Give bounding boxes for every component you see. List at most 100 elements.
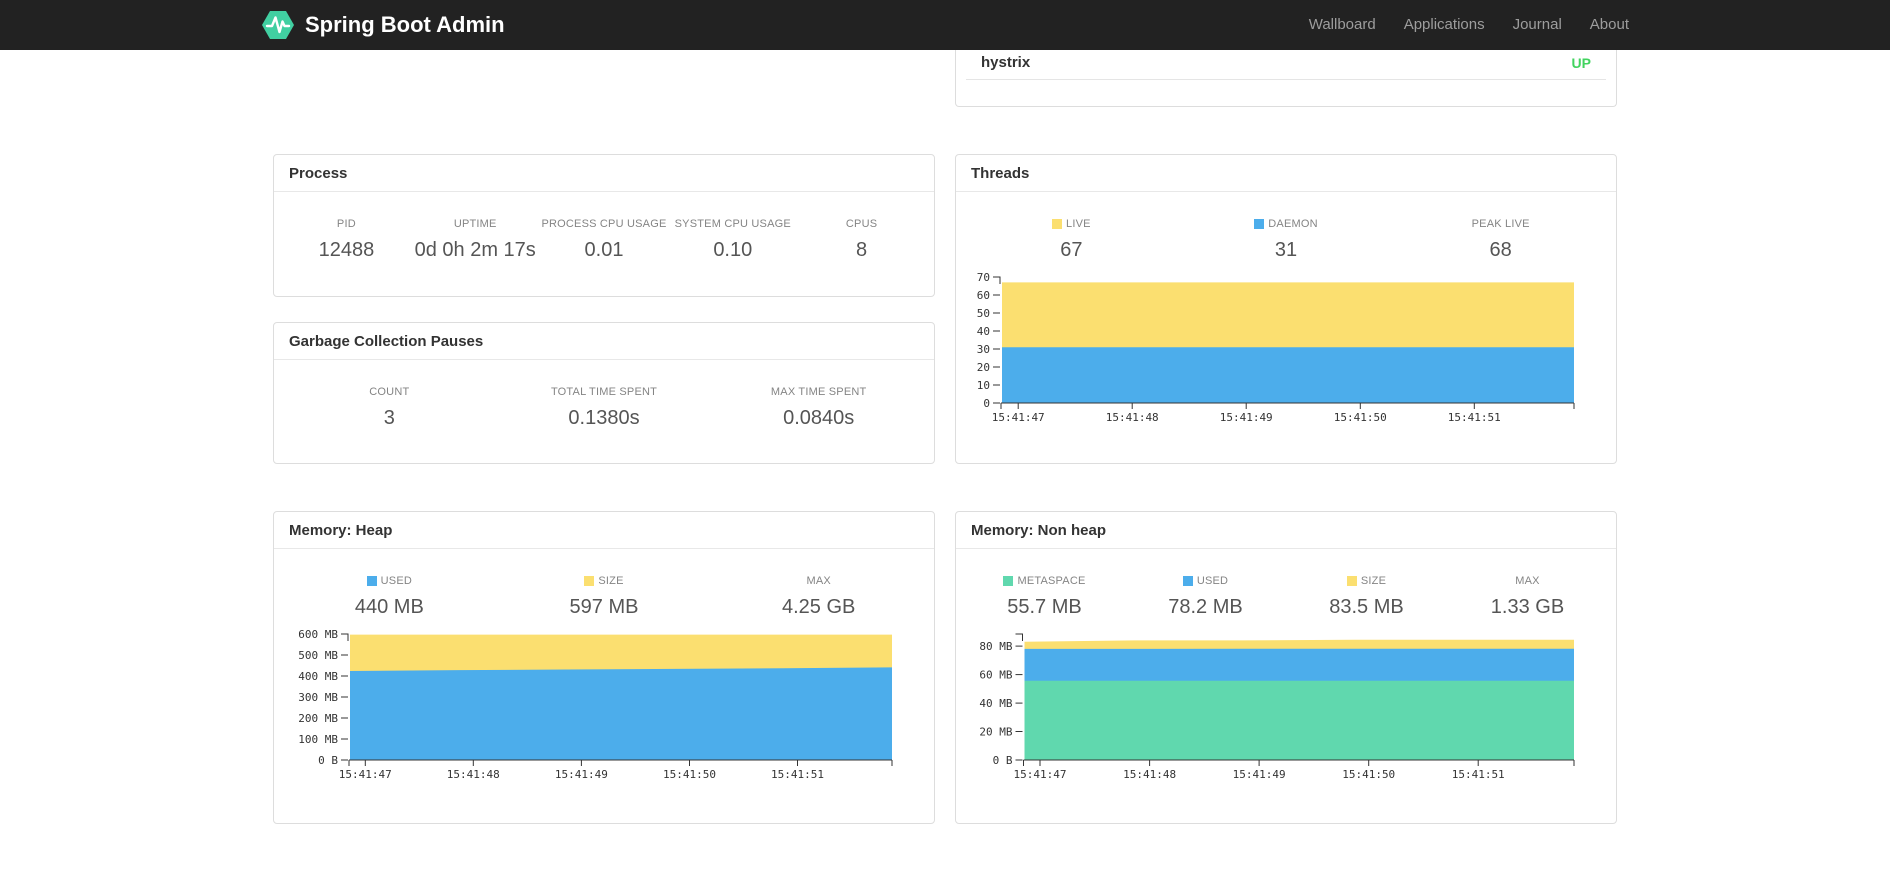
heap-chart: 0 B 100 MB 200 MB 300 MB 400 MB 500 MB 600 MB 1…: [274, 629, 934, 786]
stat-value: 8: [856, 239, 868, 261]
stat-label: USED: [1196, 575, 1229, 587]
stat: PID 12488: [282, 218, 411, 262]
stat-label: USED: [380, 575, 413, 587]
content: hystrix UP Process PID 12488 UPTIME 0d 0…: [273, 50, 1617, 824]
svg-text:15:41:48: 15:41:48: [447, 768, 500, 781]
stat-value: 12488: [318, 239, 375, 261]
brand-title: Spring Boot Admin: [305, 12, 505, 37]
row-memory: Memory: Heap USED 440 MB SIZE 597 MB MAX…: [273, 511, 1617, 824]
stat-value: 78.2 MB: [1168, 596, 1243, 618]
stat-label: PROCESS CPU USAGE: [541, 218, 667, 230]
spring-boot-admin-logo-icon: [262, 11, 294, 39]
heap-stats: USED 440 MB SIZE 597 MB MAX 4.25 GB: [274, 549, 934, 619]
svg-text:20: 20: [977, 361, 990, 374]
process-stats: PID 12488 UPTIME 0d 0h 2m 17s PROCESS CP…: [274, 192, 934, 262]
process-panel-title: Process: [274, 155, 934, 192]
stat-label: SIZE: [1360, 575, 1387, 587]
stat-value: 440 MB: [354, 596, 424, 618]
nonheap-panel-title: Memory: Non heap: [956, 512, 1616, 549]
legend-swatch: [366, 576, 377, 586]
stat-value: 4.25 GB: [781, 596, 856, 618]
stat: TOTAL TIME SPENT 0.1380s: [497, 386, 712, 430]
row-process-threads: Process PID 12488 UPTIME 0d 0h 2m 17s PR…: [273, 154, 1617, 464]
stat: METASPACE 55.7 MB: [964, 575, 1125, 619]
application-row-hystrix[interactable]: hystrix UP: [966, 50, 1606, 80]
legend-swatch: [1182, 576, 1193, 586]
stat: MAX 1.33 GB: [1447, 575, 1608, 619]
application-panel: hystrix UP: [955, 50, 1617, 107]
svg-text:500 MB: 500 MB: [298, 649, 338, 662]
threads-stats: LIVE 67 DAEMON 31 PEAK LIVE 68: [956, 192, 1616, 262]
svg-text:20 MB: 20 MB: [979, 726, 1012, 739]
stat: USED 440 MB: [282, 575, 497, 619]
stat-value: 0.01: [584, 239, 624, 261]
svg-text:400 MB: 400 MB: [298, 670, 338, 683]
nav-link[interactable]: Wallboard: [1295, 0, 1390, 50]
nav-item: About: [1576, 0, 1629, 50]
nonheap-panel: Memory: Non heap METASPACE 55.7 MB USED …: [955, 511, 1617, 824]
nav-item: Wallboard: [1295, 0, 1390, 50]
process-panel: Process PID 12488 UPTIME 0d 0h 2m 17s PR…: [273, 154, 935, 297]
legend-swatch: [584, 576, 595, 586]
stat-value: 55.7 MB: [1007, 596, 1082, 618]
svg-text:15:41:51: 15:41:51: [1448, 411, 1501, 424]
stat-value: 0d 0h 2m 17s: [414, 239, 536, 261]
svg-text:10: 10: [977, 379, 990, 392]
svg-text:80 MB: 80 MB: [979, 640, 1012, 653]
application-name: hystrix: [981, 54, 1031, 71]
brand-link[interactable]: Spring Boot Admin: [261, 8, 505, 42]
stat-label: MAX: [806, 575, 831, 587]
svg-text:15:41:49: 15:41:49: [1220, 411, 1273, 424]
legend-swatch: [1254, 219, 1265, 229]
nonheap-chart: 0 B 20 MB 40 MB 60 MB 80 MB 15:41:47 15:41:48 1…: [956, 629, 1616, 786]
svg-text:15:41:47: 15:41:47: [1014, 768, 1067, 781]
gc-panel: Garbage Collection Pauses COUNT 3 TOTAL …: [273, 322, 935, 464]
svg-text:40: 40: [977, 325, 990, 338]
stat-label: TOTAL TIME SPENT: [550, 386, 658, 398]
heap-panel-title: Memory: Heap: [274, 512, 934, 549]
stat-label: PEAK LIVE: [1471, 218, 1530, 230]
svg-text:15:41:47: 15:41:47: [339, 768, 392, 781]
nav-link[interactable]: Journal: [1499, 0, 1576, 50]
nav-link[interactable]: Applications: [1390, 0, 1499, 50]
svg-text:70: 70: [977, 272, 990, 284]
svg-text:15:41:51: 15:41:51: [771, 768, 824, 781]
nav-link[interactable]: About: [1576, 0, 1629, 50]
stat-value: 3: [383, 407, 395, 429]
stat-label: MAX: [1515, 575, 1540, 587]
stat: MAX 4.25 GB: [711, 575, 926, 619]
legend-swatch: [1052, 219, 1062, 229]
svg-text:15:41:48: 15:41:48: [1123, 768, 1176, 781]
svg-text:600 MB: 600 MB: [298, 629, 338, 641]
legend-swatch: [1346, 576, 1357, 586]
stat: UPTIME 0d 0h 2m 17s: [411, 218, 540, 262]
stat-value: 67: [1060, 239, 1083, 261]
stat-label: METASPACE: [1017, 575, 1086, 587]
svg-text:15:41:50: 15:41:50: [1334, 411, 1387, 424]
stat: PROCESS CPU USAGE 0.01: [540, 218, 669, 262]
svg-text:15:41:50: 15:41:50: [1342, 768, 1395, 781]
svg-text:15:41:49: 15:41:49: [1233, 768, 1286, 781]
svg-text:60 MB: 60 MB: [979, 669, 1012, 682]
stat: SIZE 83.5 MB: [1286, 575, 1447, 619]
gc-stats: COUNT 3 TOTAL TIME SPENT 0.1380s MAX TIM…: [274, 360, 934, 430]
stat-value: 597 MB: [569, 596, 639, 618]
stat-label: PID: [336, 218, 356, 230]
svg-text:100 MB: 100 MB: [298, 733, 338, 746]
svg-text:300 MB: 300 MB: [298, 691, 338, 704]
stat: PEAK LIVE 68: [1393, 218, 1608, 262]
threads-panel: Threads LIVE 67 DAEMON 31 PEAK LIVE 68 0…: [955, 154, 1617, 464]
row1-left-spacer: [273, 50, 935, 107]
stat-value: 0.1380s: [568, 407, 640, 429]
svg-text:0 B: 0 B: [993, 754, 1013, 767]
svg-text:30: 30: [977, 343, 990, 356]
stat-label: DAEMON: [1268, 218, 1318, 230]
svg-text:0: 0: [983, 397, 990, 410]
stat-value: 68: [1489, 239, 1512, 261]
navbar: Spring Boot Admin Wallboard Applications…: [0, 0, 1890, 50]
stat: COUNT 3: [282, 386, 497, 430]
navbar-inner: Spring Boot Admin Wallboard Applications…: [261, 0, 1629, 50]
nonheap-stats: METASPACE 55.7 MB USED 78.2 MB SIZE 83.5…: [956, 549, 1616, 619]
svg-text:200 MB: 200 MB: [298, 712, 338, 725]
svg-text:15:41:49: 15:41:49: [555, 768, 608, 781]
